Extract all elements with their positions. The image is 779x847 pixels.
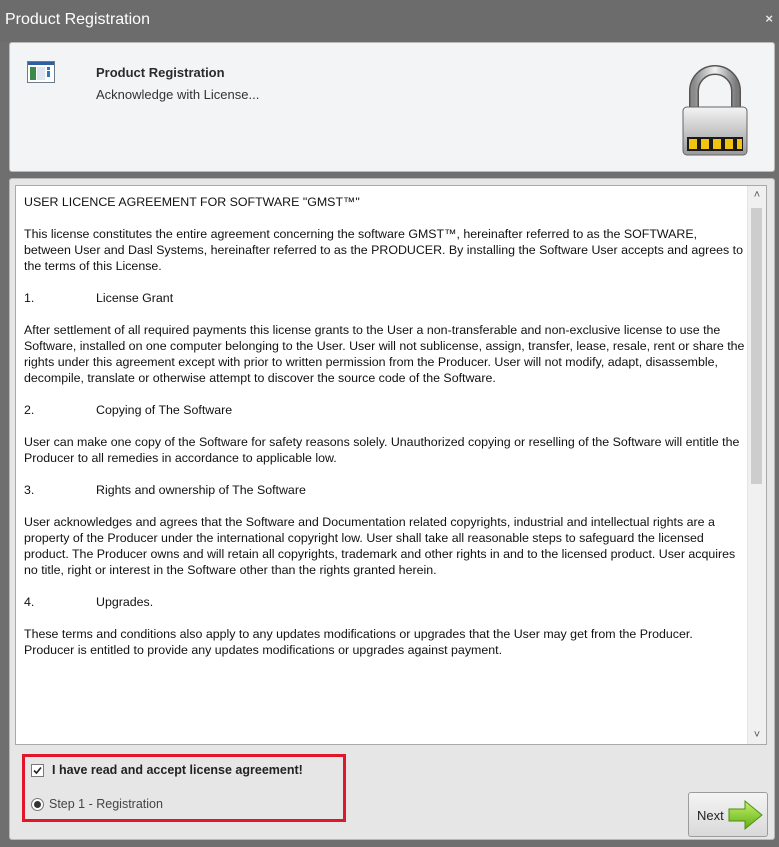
next-button[interactable]: Next — [688, 792, 768, 837]
scroll-thumb[interactable] — [751, 208, 762, 484]
section-text: These terms and conditions also apply to… — [24, 627, 693, 657]
app-window-icon — [27, 61, 55, 83]
header-title: Product Registration — [96, 65, 225, 80]
license-text: USER LICENCE AGREEMENT FOR SOFTWARE "GMS… — [24, 194, 746, 674]
scroll-down-icon[interactable]: ˅ — [748, 726, 766, 744]
section-heading: 4. Upgrades. — [24, 594, 746, 610]
section-heading: 3. Rights and ownership of The Software — [24, 482, 746, 498]
section-text: User can make one copy of the Software f… — [24, 435, 740, 465]
section-title: Rights and ownership of The Software — [96, 483, 306, 497]
license-heading: USER LICENCE AGREEMENT FOR SOFTWARE "GMS… — [24, 195, 360, 209]
license-intro: This license constitutes the entire agre… — [24, 227, 743, 273]
license-textbox[interactable]: USER LICENCE AGREEMENT FOR SOFTWARE "GMS… — [15, 185, 767, 745]
close-icon[interactable]: × — [765, 11, 773, 26]
header-panel: Product Registration Acknowledge with Li… — [9, 42, 775, 172]
section-title: Copying of The Software — [96, 403, 233, 417]
next-button-label: Next — [697, 808, 724, 823]
window-title: Product Registration — [5, 11, 150, 28]
header-subtitle: Acknowledge with License... — [96, 87, 260, 102]
accept-label: I have read and accept license agreement… — [52, 763, 303, 777]
accept-checkbox-row[interactable]: I have read and accept license agreement… — [31, 763, 303, 777]
section-heading: 2. Copying of The Software — [24, 402, 746, 418]
step-radio-row[interactable]: Step 1 - Registration — [31, 797, 163, 811]
vertical-scrollbar[interactable]: ˄ ˅ — [747, 186, 766, 744]
section-number: 3. — [24, 483, 35, 497]
step-radio[interactable] — [31, 797, 44, 811]
accept-checkbox[interactable] — [31, 763, 44, 777]
arrow-right-icon — [728, 799, 763, 831]
radio-dot-icon — [34, 800, 41, 808]
section-title: Upgrades. — [96, 595, 154, 609]
section-title: License Grant — [96, 291, 174, 305]
section-number: 2. — [24, 403, 35, 417]
step-label: Step 1 - Registration — [49, 797, 163, 811]
section-text: User acknowledges and agrees that the So… — [24, 515, 736, 577]
padlock-icon — [682, 65, 748, 156]
scroll-up-icon[interactable]: ˄ — [748, 186, 766, 204]
section-heading: 1. License Grant — [24, 290, 746, 306]
section-text: After settlement of all required payment… — [24, 323, 745, 385]
title-bar: Product Registration × — [0, 0, 779, 42]
section-number: 1. — [24, 291, 35, 305]
section-number: 4. — [24, 595, 35, 609]
checkmark-icon — [33, 766, 42, 774]
